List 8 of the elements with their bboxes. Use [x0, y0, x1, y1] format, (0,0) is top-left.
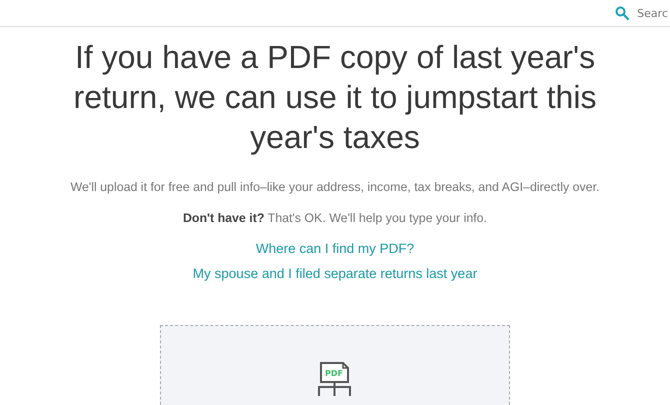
help-link[interactable]: My spouse and I filed separate returns last year [192, 266, 478, 281]
description-text: We'll upload it for free and pull info–like your address, income, tax breaks, and AGI–directly over. [70, 180, 600, 194]
help-link[interactable]: Where can I find my PDF? [256, 241, 414, 256]
upload-drop-zone[interactable]: PDF [160, 325, 510, 405]
search-link[interactable]: Searc [637, 6, 668, 20]
search-icon[interactable] [615, 6, 630, 20]
note-text: Don't have it? That's OK. We'll help you type your info. [182, 211, 488, 225]
page-title: If you have a PDF copy of last year's return, we can use it to jumpstart this year's taxes [72, 38, 598, 157]
